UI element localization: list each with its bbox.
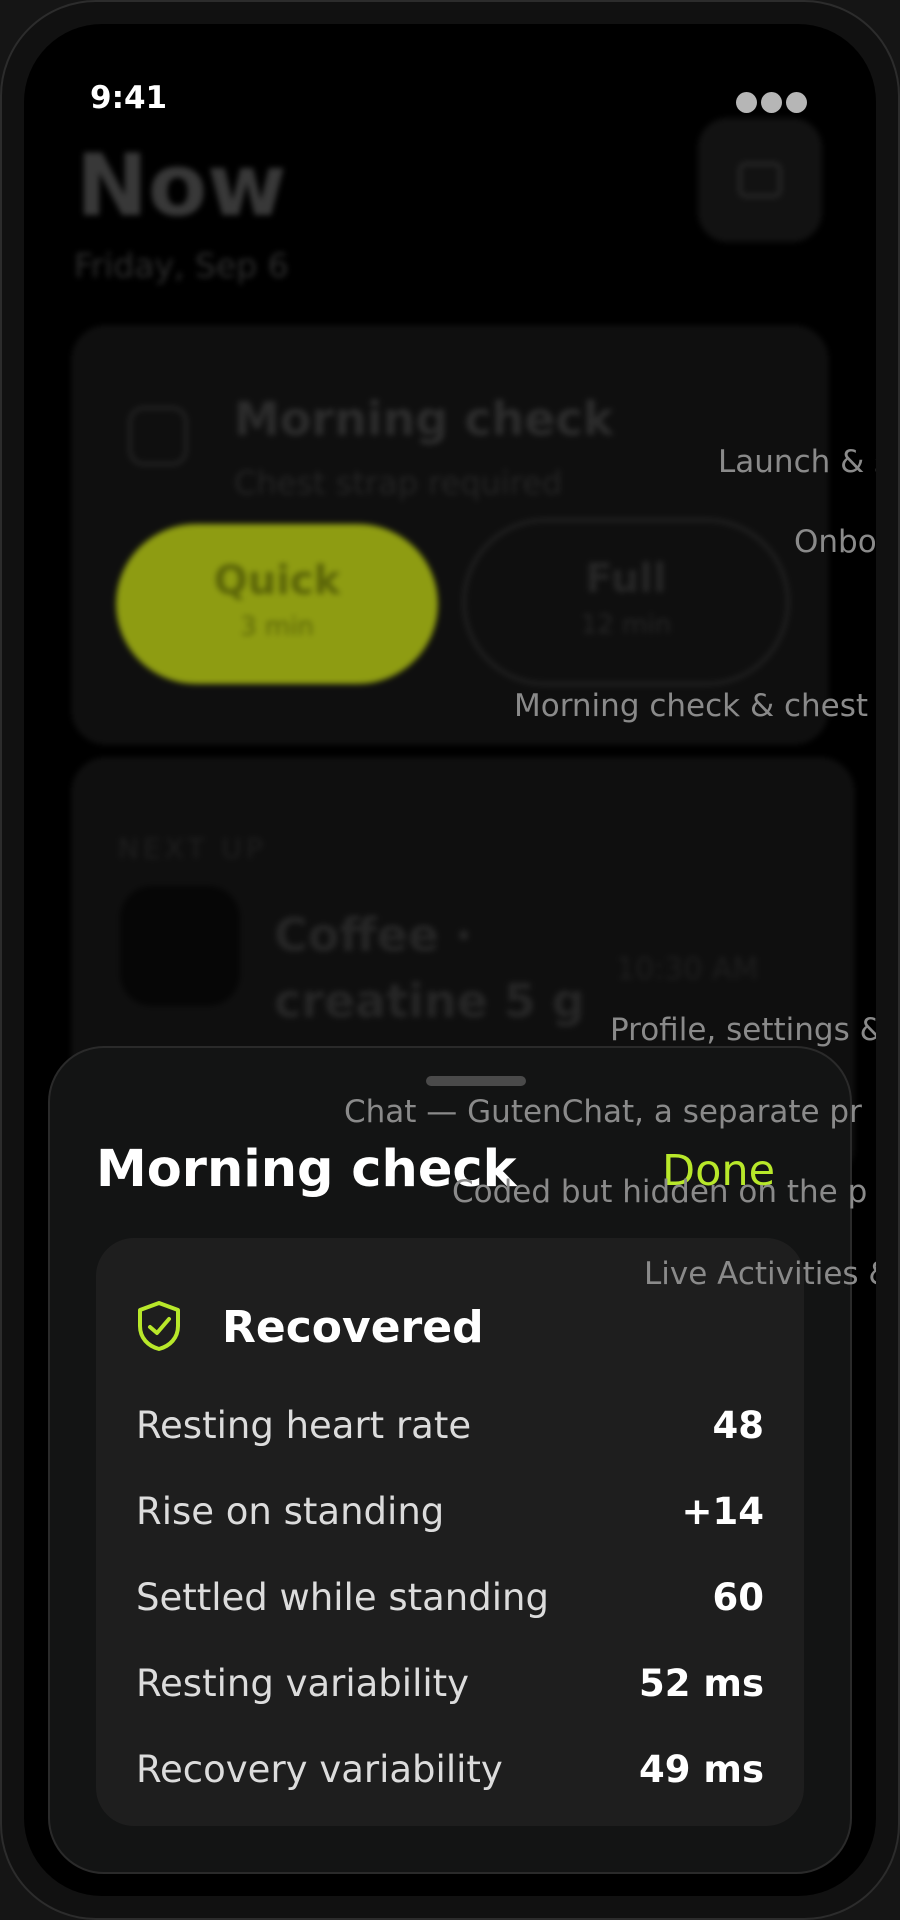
metric-row: Resting variability 52 ms [136,1640,764,1726]
calendar-icon [738,162,782,198]
sheet-drag-handle[interactable] [426,1076,526,1086]
strap-icon [128,406,188,466]
next-up-time: 10:30 AM [616,952,759,987]
metric-label: Rise on standing [136,1489,445,1533]
shield-check-icon [138,1301,180,1351]
page-date: Friday, Sep 6 [74,246,289,285]
result-status: Recovered [222,1302,484,1353]
metric-row: Rise on standing +14 [136,1468,764,1554]
metric-row: Resting heart rate 48 [136,1382,764,1468]
metric-row: Recovery variability 49 ms [136,1726,764,1812]
annotation: Onboa [794,524,876,560]
metric-label: Settled while standing [136,1575,549,1619]
next-up-item: Coffee · creatine 5 g [274,908,585,1028]
result-card: Recovered Resting heart rate 48 Rise on s… [96,1238,804,1826]
quick-check-duration: 3 min [240,612,314,642]
metric-label: Recovery variability [136,1747,503,1791]
metric-value: 49 ms [639,1747,764,1791]
morning-check-card-subtitle: Chest strap required [234,464,563,502]
annotation: Chat — GutenChat, a separate pr [344,1094,862,1130]
next-up-label: NEXT UP [118,832,267,865]
morning-check-sheet: Morning check Done Recovered Resting hea… [48,1046,852,1874]
annotation: Coded but hidden on the p [452,1174,868,1210]
annotation: Profile, settings & [610,1012,876,1048]
status-time: 9:41 [90,80,168,116]
calendar-button[interactable] [698,118,822,242]
metric-value: +14 [681,1489,765,1533]
metric-value: 48 [712,1403,765,1447]
morning-check-card-title: Morning check [234,392,614,446]
annotation: Morning check & chest [514,688,869,724]
metrics-list: Resting heart rate 48 Rise on standing +14… [136,1382,764,1812]
pill-icon [120,886,240,1006]
annotation: Launch & s [718,444,876,480]
full-check-button[interactable]: Full 12 min [462,518,790,686]
annotation: Live Activities & [644,1256,876,1292]
status-dots-icon [736,92,807,113]
metric-label: Resting heart rate [136,1403,472,1447]
page-title: Now [76,136,287,236]
full-check-duration: 12 min [580,610,672,640]
metric-row: Settled while standing 60 [136,1554,764,1640]
full-check-label: Full [585,556,667,602]
metric-label: Resting variability [136,1661,470,1705]
metric-value: 60 [712,1575,765,1619]
quick-check-button[interactable]: Quick 3 min [116,524,438,684]
quick-check-label: Quick [213,558,341,604]
app-screen: Now Friday, Sep 6 Morning check Chest st… [24,24,876,1896]
metric-value: 52 ms [639,1661,764,1705]
